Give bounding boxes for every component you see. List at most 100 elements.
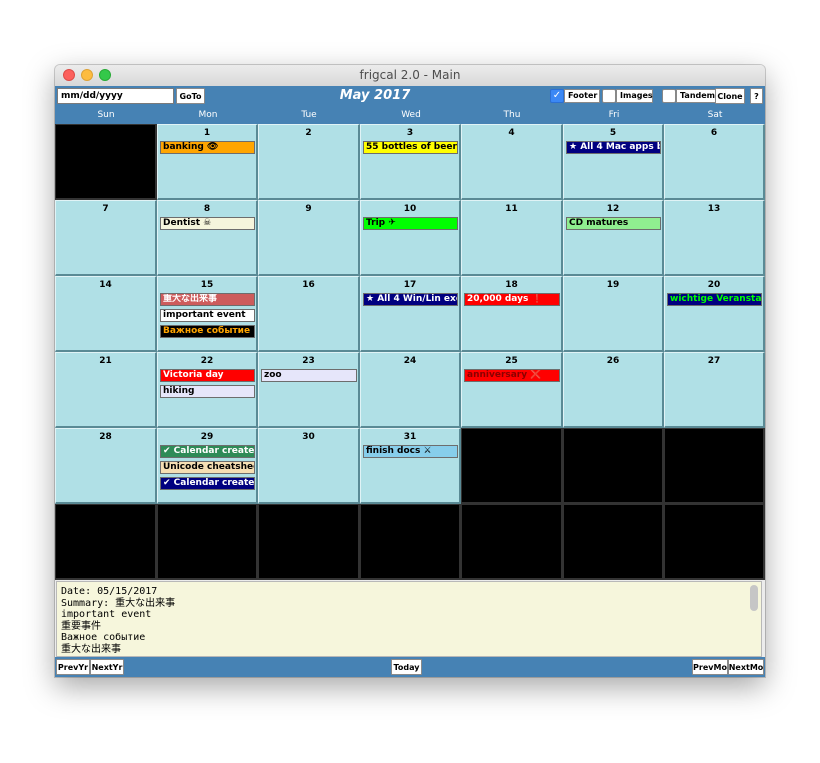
day-number[interactable]: 2 (259, 128, 358, 138)
tandem-checkbox[interactable] (662, 89, 676, 103)
day-number[interactable]: 15 (158, 280, 256, 290)
day-number[interactable]: 24 (361, 356, 459, 366)
day-cell[interactable]: 21 (55, 352, 157, 428)
day-number[interactable]: 26 (564, 356, 662, 366)
images-checkbox[interactable] (602, 89, 616, 103)
day-cell[interactable]: 24 (360, 352, 461, 428)
event-entry[interactable]: 重大な出来事 (160, 293, 255, 306)
day-number[interactable]: 29 (158, 432, 256, 442)
event-entry[interactable]: Unicode cheatsheet (160, 461, 255, 474)
day-cell[interactable]: 1 banking 👁 (157, 124, 258, 200)
title-bar[interactable]: frigcal 2.0 - Main (55, 65, 765, 87)
day-number[interactable]: 27 (665, 356, 763, 366)
day-cell[interactable]: 7 (55, 200, 157, 276)
day-cell[interactable]: 18 20,000 days ❗ (461, 276, 563, 352)
day-cell[interactable]: 2 (258, 124, 360, 200)
day-cell[interactable]: 30 (258, 428, 360, 504)
day-number[interactable]: 14 (56, 280, 155, 290)
next-month-button[interactable]: NextMo (728, 659, 764, 675)
event-entry[interactable]: 20,000 days ❗ (464, 293, 560, 306)
day-cell[interactable]: 14 (55, 276, 157, 352)
event-entry[interactable]: zoo (261, 369, 357, 382)
next-year-button[interactable]: NextYr (90, 659, 124, 675)
day-number[interactable]: 28 (56, 432, 155, 442)
tandem-checkbox-label[interactable]: Tandem (676, 89, 716, 103)
event-entry[interactable]: important event (160, 309, 255, 322)
day-cell[interactable]: 11 (461, 200, 563, 276)
day-cell[interactable]: 9 (258, 200, 360, 276)
event-entry[interactable]: finish docs ⚔ (363, 445, 458, 458)
day-cell[interactable]: 25 anniversary ❌ (461, 352, 563, 428)
event-entry[interactable]: wichtige Veranstaltu (667, 293, 762, 306)
day-number[interactable]: 7 (56, 204, 155, 214)
event-entry[interactable]: CD matures (566, 217, 661, 230)
day-cell[interactable]: 17 ★ All 4 Win/Lin exes (360, 276, 461, 352)
event-entry[interactable]: Dentist ☠ (160, 217, 255, 230)
day-number[interactable]: 19 (564, 280, 662, 290)
day-number[interactable]: 3 (361, 128, 459, 138)
day-number[interactable]: 10 (361, 204, 459, 214)
day-number[interactable]: 1 (158, 128, 256, 138)
day-number[interactable]: 12 (564, 204, 662, 214)
day-number[interactable]: 8 (158, 204, 256, 214)
day-number[interactable]: 23 (259, 356, 358, 366)
day-cell[interactable]: 26 (563, 352, 664, 428)
event-entry[interactable]: ★ All 4 Mac apps bu (566, 141, 661, 154)
day-cell[interactable]: 5 ★ All 4 Mac apps bu (563, 124, 664, 200)
day-cell[interactable]: 12 CD matures (563, 200, 664, 276)
event-entry[interactable]: Victoria day (160, 369, 255, 382)
day-cell[interactable]: 29 ✔ Calendar created Unicode cheatsheet ✔ … (157, 428, 258, 504)
event-entry[interactable]: ✔ Calendar created (160, 477, 255, 490)
day-number[interactable]: 18 (462, 280, 561, 290)
images-checkbox-label[interactable]: Images (616, 89, 653, 103)
event-entry[interactable]: banking 👁 (160, 141, 255, 154)
today-button[interactable]: Today (391, 659, 422, 675)
help-button[interactable]: ? (750, 88, 763, 104)
day-cell[interactable]: 15 重大な出来事 important event Важное событие (157, 276, 258, 352)
day-cell[interactable]: 8 Dentist ☠ (157, 200, 258, 276)
day-number[interactable]: 6 (665, 128, 763, 138)
prev-year-button[interactable]: PrevYr (56, 659, 90, 675)
day-cell[interactable]: 16 (258, 276, 360, 352)
day-cell[interactable]: 31 finish docs ⚔ (360, 428, 461, 504)
event-entry[interactable]: 55 bottles of beer (363, 141, 458, 154)
detail-scrollbar[interactable] (750, 585, 758, 611)
day-number[interactable]: 21 (56, 356, 155, 366)
day-number[interactable]: 11 (462, 204, 561, 214)
clone-button[interactable]: Clone (715, 88, 745, 104)
day-number[interactable]: 20 (665, 280, 763, 290)
day-number[interactable]: 17 (361, 280, 459, 290)
day-number[interactable]: 4 (462, 128, 561, 138)
event-detail-panel[interactable]: Date: 05/15/2017 Summary: 重大な出来事 important… (56, 581, 762, 657)
day-cell[interactable]: 19 (563, 276, 664, 352)
event-entry[interactable]: Важное событие (160, 325, 255, 338)
day-cell[interactable]: 22 Victoria day hiking (157, 352, 258, 428)
event-entry[interactable]: hiking (160, 385, 255, 398)
event-entry[interactable]: Trip ✈ (363, 217, 458, 230)
day-number[interactable]: 16 (259, 280, 358, 290)
day-number[interactable]: 13 (665, 204, 763, 214)
day-number[interactable]: 5 (564, 128, 662, 138)
event-entry[interactable]: ✔ Calendar created (160, 445, 255, 458)
goto-button[interactable]: GoTo (176, 88, 205, 104)
event-entry[interactable]: ★ All 4 Win/Lin exes (363, 293, 458, 306)
prev-month-button[interactable]: PrevMo (692, 659, 728, 675)
day-number[interactable]: 31 (361, 432, 459, 442)
day-cell[interactable]: 4 (461, 124, 563, 200)
event-entry[interactable]: anniversary ❌ (464, 369, 560, 382)
footer-checkbox[interactable]: ✓ (550, 89, 564, 103)
date-input[interactable] (57, 88, 174, 104)
day-cell[interactable]: 27 (664, 352, 765, 428)
day-cell[interactable]: 10 Trip ✈ (360, 200, 461, 276)
day-cell[interactable]: 6 (664, 124, 765, 200)
day-number[interactable]: 25 (462, 356, 561, 366)
day-number[interactable]: 9 (259, 204, 358, 214)
day-cell[interactable]: 13 (664, 200, 765, 276)
footer-checkbox-label[interactable]: Footer (564, 89, 600, 103)
day-cell[interactable]: 20 wichtige Veranstaltu (664, 276, 765, 352)
day-number[interactable]: 22 (158, 356, 256, 366)
day-number[interactable]: 30 (259, 432, 358, 442)
day-cell[interactable]: 3 55 bottles of beer (360, 124, 461, 200)
day-cell[interactable]: 28 (55, 428, 157, 504)
day-cell[interactable]: 23 zoo (258, 352, 360, 428)
